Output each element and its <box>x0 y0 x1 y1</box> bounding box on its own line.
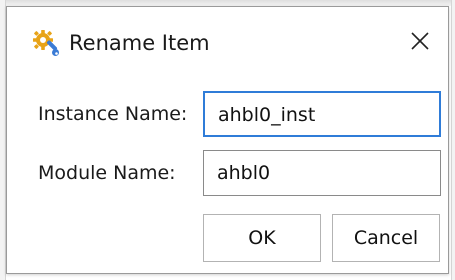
close-button[interactable] <box>398 21 442 61</box>
dialog-title: Rename Item <box>69 31 210 55</box>
title-bar[interactable]: Rename Item <box>7 7 448 75</box>
module-name-input[interactable]: ahbl0 <box>203 150 441 196</box>
instance-name-label: Instance Name: <box>38 103 188 125</box>
dialog-body: Instance Name: ahbl0_inst Module Name: a… <box>7 75 448 273</box>
rename-item-dialog: Rename Item Instance Name: ahbl0_inst Mo… <box>6 6 449 274</box>
screen: Rename Item Instance Name: ahbl0_inst Mo… <box>0 0 455 280</box>
background-window-edge-right <box>451 0 455 280</box>
instance-name-input[interactable]: ahbl0_inst <box>203 91 441 137</box>
wrench-gear-icon <box>32 29 60 57</box>
cancel-button[interactable]: Cancel <box>332 214 440 262</box>
ok-button[interactable]: OK <box>203 214 321 262</box>
module-name-label: Module Name: <box>38 162 176 184</box>
close-icon <box>411 32 429 50</box>
